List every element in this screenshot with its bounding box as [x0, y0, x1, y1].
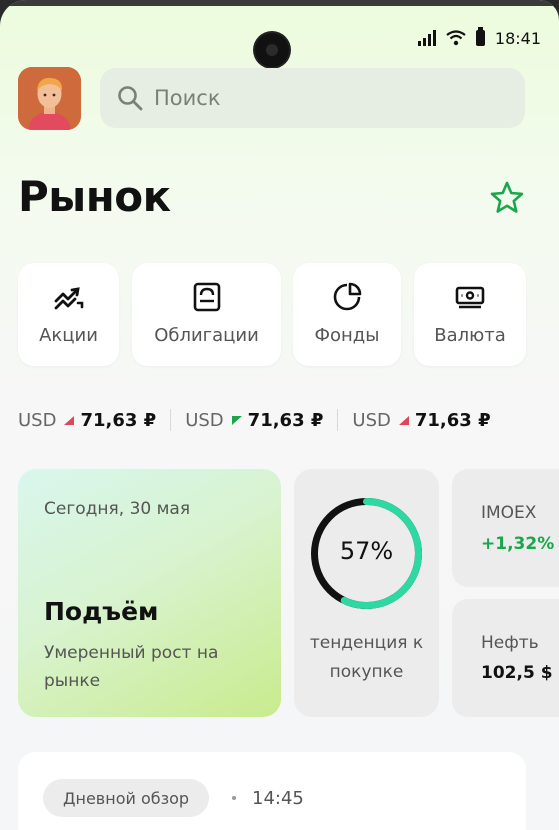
search-input[interactable]: Поиск	[100, 68, 525, 128]
signal-icon	[417, 30, 436, 46]
trend-caption: тенденция к покупке	[309, 633, 424, 682]
ticker-item[interactable]: USD 71,63 ₽	[352, 410, 490, 431]
review-time: 14:45	[252, 788, 304, 809]
category-stocks[interactable]: Акции	[18, 263, 119, 366]
status-bar: 18:41	[417, 26, 541, 50]
trend-card[interactable]: 57% тенденция к покупке	[294, 469, 439, 717]
battery-icon	[475, 27, 485, 46]
ticker-value: 71,63 ₽	[414, 409, 491, 431]
index-change: +1,32%	[481, 534, 555, 554]
market-mood-card[interactable]: Сегодня, 30 мая Подъём Умеренный рост на…	[18, 469, 281, 717]
search-icon	[118, 86, 143, 111]
trend-percent: 57%	[339, 537, 394, 565]
daily-review-card[interactable]: Дневной обзор 14:45	[18, 752, 526, 830]
ticker-currency: USD	[352, 409, 391, 431]
mood-date: Сегодня, 30 мая	[44, 499, 191, 519]
ticker-currency: USD	[185, 409, 224, 431]
funds-icon	[333, 282, 362, 311]
index-name: Нефть	[481, 633, 539, 653]
divider	[170, 409, 172, 431]
front-camera	[255, 33, 289, 67]
index-name: IMOEX	[481, 503, 537, 523]
review-tag: Дневной обзор	[43, 779, 210, 817]
avatar-image	[18, 67, 81, 130]
index-card-imoex[interactable]: IMOEX +1,32%	[452, 469, 559, 587]
category-label: Акции	[39, 325, 98, 346]
ticker-item[interactable]: USD 71,63 ₽	[185, 410, 323, 431]
device-frame	[0, 0, 559, 6]
index-value: 102,5 $	[481, 663, 553, 683]
page-title: Рынок	[18, 172, 171, 221]
mood-description: Умеренный рост на рынке	[44, 643, 219, 691]
phone-screen: 18:41 Поиск Рынок Акции Облигации Фонды …	[0, 0, 559, 830]
separator-dot	[232, 796, 236, 800]
currency-ticker[interactable]: USD 71,63 ₽ USD 71,63 ₽ USD 71,63 ₽	[18, 405, 491, 435]
search-placeholder: Поиск	[154, 86, 221, 110]
index-card-oil[interactable]: Нефть 102,5 $	[452, 599, 559, 717]
category-label: Валюта	[434, 325, 506, 346]
star-favorite-icon[interactable]	[489, 180, 525, 216]
category-label: Фонды	[314, 325, 380, 346]
trend-down-icon	[64, 415, 75, 425]
ticker-value: 71,63 ₽	[247, 409, 324, 431]
stocks-icon	[54, 287, 83, 310]
status-time: 18:41	[494, 28, 541, 48]
trend-up-icon	[231, 415, 242, 425]
currency-icon	[455, 286, 485, 309]
bonds-icon	[193, 282, 220, 312]
category-label: Облигации	[154, 325, 259, 346]
ticker-item[interactable]: USD 71,63 ₽	[18, 410, 156, 431]
trend-down-icon	[398, 415, 409, 425]
ticker-currency: USD	[18, 409, 57, 431]
ticker-value: 71,63 ₽	[80, 409, 157, 431]
avatar[interactable]	[18, 67, 81, 130]
category-bonds[interactable]: Облигации	[132, 263, 281, 366]
category-funds[interactable]: Фонды	[293, 263, 401, 366]
mood-headline: Подъём	[44, 597, 159, 626]
category-currency[interactable]: Валюта	[414, 263, 526, 366]
divider	[337, 409, 339, 431]
wifi-icon	[446, 30, 466, 46]
